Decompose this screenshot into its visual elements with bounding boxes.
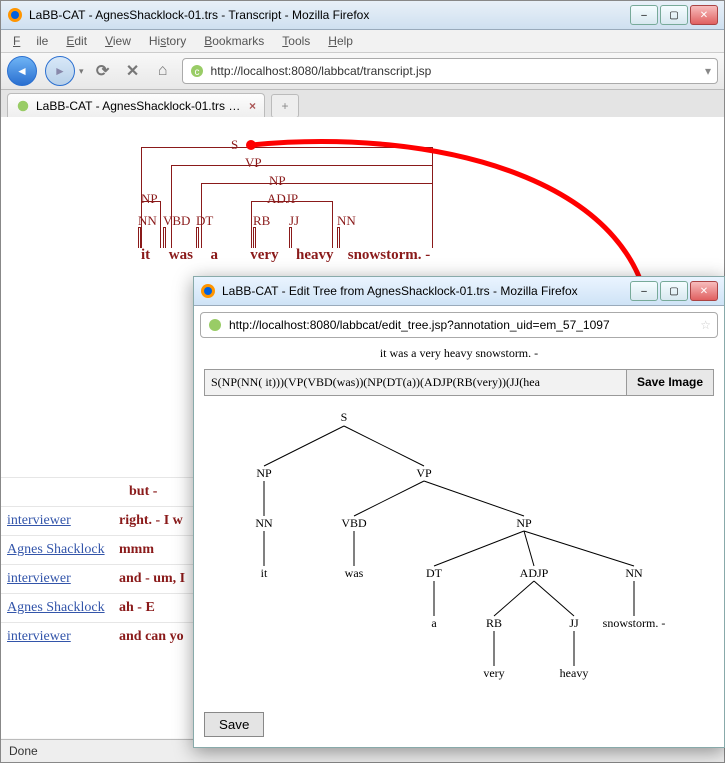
menu-edit[interactable]: Edit (58, 32, 95, 50)
popup-titlebar: LaBB-CAT - Edit Tree from AgnesShacklock… (194, 277, 724, 306)
word-very[interactable]: very (250, 247, 292, 264)
sentence-text: it was a very heavy snowstorm. - (194, 346, 724, 361)
menu-history[interactable]: History (141, 32, 194, 50)
status-text: Done (9, 744, 38, 758)
speaker-link[interactable]: Agnes Shacklock (7, 600, 105, 615)
popup-title: LaBB-CAT - Edit Tree from AgnesShacklock… (222, 284, 630, 298)
navigation-toolbar: ◄ ► ▾ ⟳ ✕ ⌂ c http://localhost:8080/labb… (1, 53, 724, 90)
new-tab-button[interactable]: + (271, 94, 299, 118)
menu-file[interactable]: File (5, 32, 56, 50)
svg-text:c: c (194, 67, 199, 78)
utterance-text[interactable]: ah - E (119, 600, 155, 616)
main-titlebar: LaBB-CAT - AgnesShacklock-01.trs - Trans… (1, 1, 724, 30)
node-jj[interactable]: JJ (569, 616, 578, 631)
site-icon (207, 317, 223, 333)
pt-s: S (231, 137, 238, 153)
pt-adjp: ADJP (267, 191, 298, 207)
stop-button[interactable]: ✕ (122, 60, 144, 82)
pt-vbd: VBD (163, 213, 190, 229)
node-rb[interactable]: RB (486, 616, 502, 631)
menu-help[interactable]: Help (320, 32, 361, 50)
popup-close-button[interactable]: ✕ (690, 281, 718, 301)
dropdown-icon[interactable]: ▾ (705, 64, 711, 78)
url-text: http://localhost:8080/labbcat/transcript… (211, 64, 699, 78)
node-adjp[interactable]: ADJP (520, 566, 549, 581)
node-vbd[interactable]: VBD (341, 516, 366, 531)
red-word-row: it was a very heavy snowstorm. - (141, 247, 430, 264)
tab-strip: LaBB-CAT - AgnesShacklock-01.trs - ... ×… (1, 90, 724, 119)
node-dt[interactable]: DT (426, 566, 442, 581)
url-bar[interactable]: c http://localhost:8080/labbcat/transcri… (182, 58, 718, 84)
node-nn2[interactable]: NN (625, 566, 642, 581)
pt-np-top: NP (269, 173, 286, 189)
node-np2[interactable]: NP (516, 516, 531, 531)
leaf-heavy[interactable]: heavy (560, 666, 589, 681)
maximize-button[interactable]: ▢ (660, 5, 688, 25)
firefox-icon (7, 7, 23, 23)
leaf-a[interactable]: a (431, 616, 436, 631)
tree-expression-input[interactable]: S(NP(NN( it)))(VP(VBD(was))(NP(DT(a))(AD… (205, 370, 626, 395)
leaf-very[interactable]: very (483, 666, 504, 681)
bookmark-star-icon[interactable]: ☆ (700, 318, 711, 332)
home-button[interactable]: ⌂ (152, 60, 174, 82)
firefox-icon (200, 283, 216, 299)
tab-favicon (16, 99, 30, 113)
node-s[interactable]: S (341, 410, 348, 425)
popup-url-bar[interactable]: http://localhost:8080/labbcat/edit_tree.… (200, 312, 718, 338)
node-np[interactable]: NP (256, 466, 271, 481)
leaf-it[interactable]: it (261, 566, 268, 581)
minimize-button[interactable]: ‒ (630, 5, 658, 25)
word-heavy[interactable]: heavy (296, 247, 344, 264)
utterance-text[interactable]: right. - I w (119, 513, 183, 529)
tab-close-icon[interactable]: × (249, 99, 256, 113)
speaker-link[interactable]: Agnes Shacklock (7, 542, 105, 557)
utterance-text[interactable]: but - (129, 484, 157, 500)
save-button[interactable]: Save (204, 712, 264, 737)
utterance-text[interactable]: and - um, I (119, 571, 185, 587)
speaker-link[interactable]: interviewer (7, 629, 71, 644)
menu-bar: File Edit View History Bookmarks Tools H… (1, 30, 724, 53)
tab-transcript[interactable]: LaBB-CAT - AgnesShacklock-01.trs - ... × (7, 93, 265, 118)
menu-tools[interactable]: Tools (274, 32, 318, 50)
forward-button[interactable]: ► (45, 56, 75, 86)
popup-window: LaBB-CAT - Edit Tree from AgnesShacklock… (193, 276, 725, 748)
site-icon: c (189, 63, 205, 79)
utterance-text[interactable]: and can yo (119, 629, 184, 645)
speaker-link[interactable]: interviewer (7, 513, 71, 528)
utterance-text[interactable]: mmm (119, 542, 154, 558)
word-a[interactable]: a (211, 247, 231, 264)
main-window-title: LaBB-CAT - AgnesShacklock-01.trs - Trans… (29, 8, 630, 22)
word-was[interactable]: was (169, 247, 207, 264)
menu-bookmarks[interactable]: Bookmarks (196, 32, 272, 50)
leaf-was[interactable]: was (345, 566, 364, 581)
popup-url-text: http://localhost:8080/labbcat/edit_tree.… (229, 318, 694, 332)
expression-row: S(NP(NN( it)))(VP(VBD(was))(NP(DT(a))(AD… (204, 369, 714, 396)
back-button[interactable]: ◄ (7, 56, 37, 86)
main-window: LaBB-CAT - AgnesShacklock-01.trs - Trans… (0, 0, 725, 763)
pt-vp: VP (245, 155, 262, 171)
window-buttons: ‒ ▢ ✕ (630, 5, 718, 25)
popup-minimize-button[interactable]: ‒ (630, 281, 658, 301)
tab-label: LaBB-CAT - AgnesShacklock-01.trs - ... (36, 99, 243, 113)
save-image-button[interactable]: Save Image (626, 370, 713, 395)
word-it[interactable]: it (141, 247, 165, 264)
pt-np-left: NP (141, 191, 158, 207)
node-nn[interactable]: NN (255, 516, 272, 531)
history-dropdown-icon[interactable]: ▾ (79, 66, 84, 77)
leaf-snowstorm[interactable]: snowstorm. - (603, 616, 666, 631)
popup-maximize-button[interactable]: ▢ (660, 281, 688, 301)
word-snowstorm[interactable]: snowstorm. - (348, 247, 431, 264)
speaker-link[interactable]: interviewer (7, 571, 71, 586)
menu-view[interactable]: View (97, 32, 139, 50)
reload-button[interactable]: ⟳ (92, 60, 114, 82)
close-button[interactable]: ✕ (690, 5, 718, 25)
node-vp[interactable]: VP (416, 466, 431, 481)
syntax-tree: S NP VP NN VBD NP it was DT ADJP NN a RB… (194, 396, 724, 696)
